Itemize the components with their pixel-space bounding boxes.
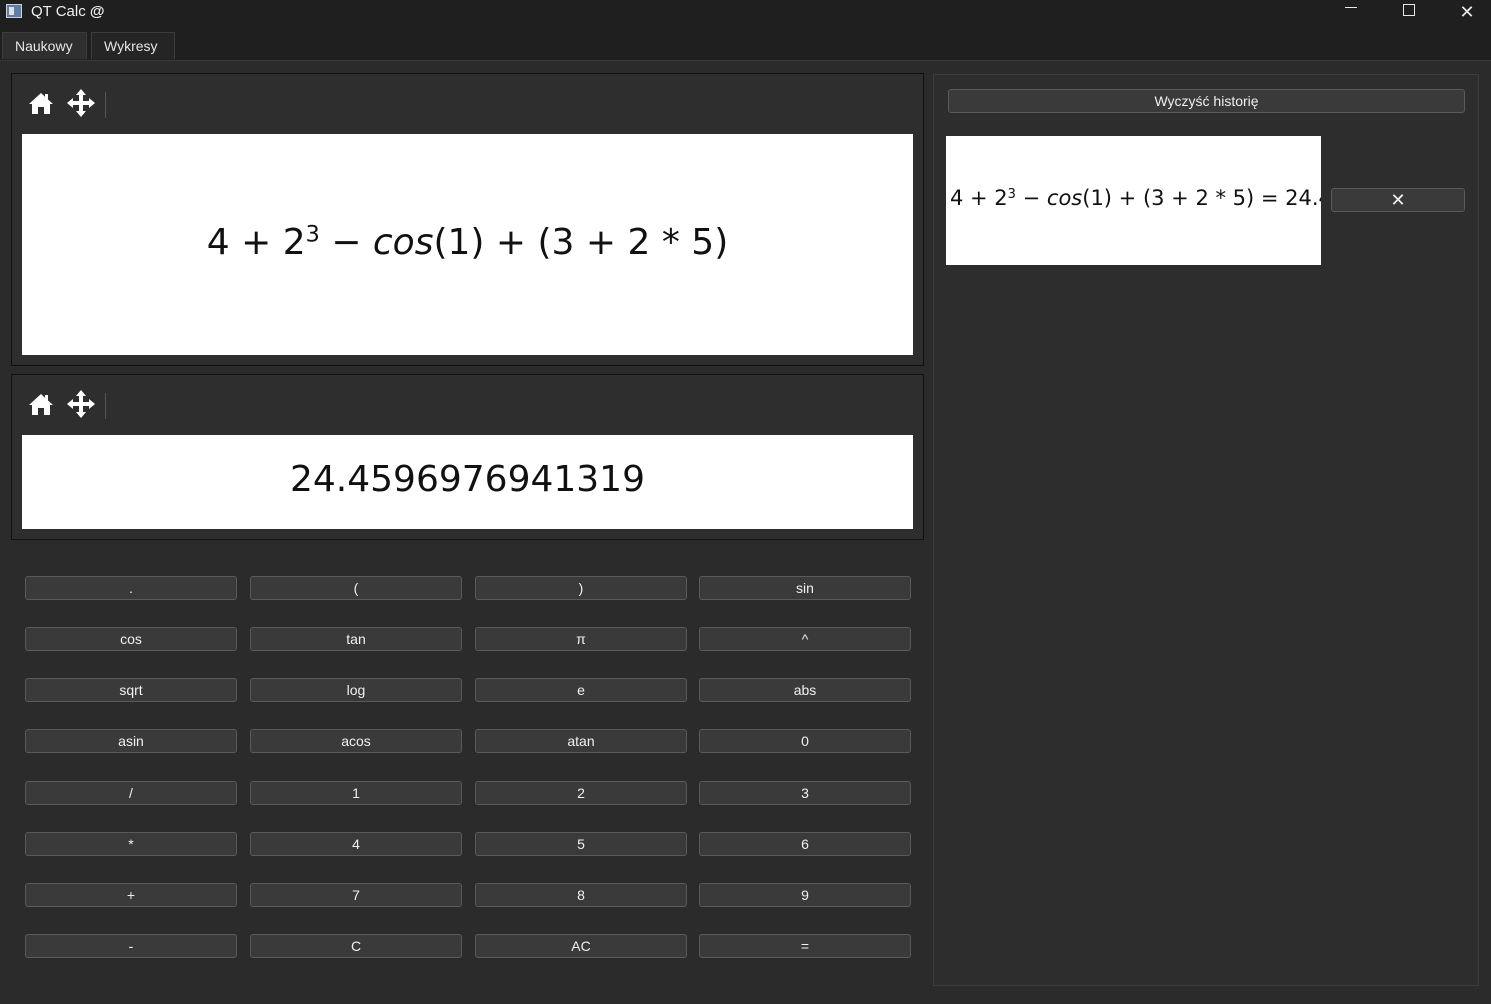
title-bar: QT Calc @ ✕ <box>0 0 1491 26</box>
close-button[interactable]: ✕ <box>1444 0 1490 26</box>
key-minus[interactable]: - <box>25 934 237 958</box>
close-icon: ✕ <box>1390 189 1406 210</box>
key-cos[interactable]: cos <box>25 627 237 651</box>
toolbar-separator <box>105 92 106 118</box>
key-plus[interactable]: + <box>25 883 237 907</box>
home-icon[interactable] <box>26 88 60 124</box>
result-plot-panel: 24.4596976941319 <box>11 374 924 540</box>
minimize-button[interactable] <box>1328 0 1374 26</box>
close-icon: ✕ <box>1459 2 1475 22</box>
key-sin[interactable]: sin <box>699 576 911 600</box>
key-close-paren[interactable]: ) <box>475 576 687 600</box>
key-9[interactable]: 9 <box>699 883 911 907</box>
key-acos[interactable]: acos <box>250 729 462 753</box>
expression-plot-panel: 4 + 23 − cos(1) + (3 + 2 * 5) <box>11 73 924 366</box>
key-open-paren[interactable]: ( <box>250 576 462 600</box>
key-tan[interactable]: tan <box>250 627 462 651</box>
key-4[interactable]: 4 <box>250 832 462 856</box>
key-1[interactable]: 1 <box>250 781 462 805</box>
result-canvas: 24.4596976941319 <box>22 435 913 529</box>
history-entry-expression: 4 + 23 − cos(1) + (3 + 2 * 5) = 24.459 <box>950 186 1321 210</box>
key-multiply[interactable]: * <box>25 832 237 856</box>
result-value: 24.4596976941319 <box>289 459 645 500</box>
key-asin[interactable]: asin <box>25 729 237 753</box>
key-0[interactable]: 0 <box>699 729 911 753</box>
key-sqrt[interactable]: sqrt <box>25 678 237 702</box>
tab-wykresy[interactable]: Wykresy <box>91 32 175 59</box>
key-2[interactable]: 2 <box>475 781 687 805</box>
key-atan[interactable]: atan <box>475 729 687 753</box>
at-sign-icon: @ <box>89 3 105 20</box>
key-divide[interactable]: / <box>25 781 237 805</box>
window-title: QT Calc @ <box>31 3 105 20</box>
maximize-button[interactable] <box>1386 0 1432 26</box>
maximize-icon <box>1403 3 1415 16</box>
window-title-text: QT Calc <box>31 3 86 20</box>
key-6[interactable]: 6 <box>699 832 911 856</box>
history-panel: Wyczyść historię 4 + 23 − cos(1) + (3 + … <box>933 74 1479 986</box>
history-entry-image[interactable]: 4 + 23 − cos(1) + (3 + 2 * 5) = 24.459 <box>946 136 1321 265</box>
key-log[interactable]: log <box>250 678 462 702</box>
key-e[interactable]: e <box>475 678 687 702</box>
toolbar-separator <box>105 393 106 419</box>
tab-bar: Naukowy Wykresy <box>0 26 1491 61</box>
tab-naukowy[interactable]: Naukowy <box>2 32 87 59</box>
key-dot[interactable]: . <box>25 576 237 600</box>
key-7[interactable]: 7 <box>250 883 462 907</box>
key-pi[interactable]: π <box>475 627 687 651</box>
move-icon[interactable] <box>66 88 100 124</box>
app-icon <box>6 4 22 18</box>
key-8[interactable]: 8 <box>475 883 687 907</box>
key-power[interactable]: ^ <box>699 627 911 651</box>
clear-history-button[interactable]: Wyczyść historię <box>948 89 1465 113</box>
key-abs[interactable]: abs <box>699 678 911 702</box>
expression-canvas: 4 + 23 − cos(1) + (3 + 2 * 5) <box>22 134 913 355</box>
delete-history-entry-button[interactable]: ✕ <box>1331 188 1465 212</box>
key-3[interactable]: 3 <box>699 781 911 805</box>
key-equals[interactable]: = <box>699 934 911 958</box>
minimize-icon <box>1345 7 1357 9</box>
key-clear[interactable]: C <box>250 934 462 958</box>
home-icon[interactable] <box>26 389 60 425</box>
key-5[interactable]: 5 <box>475 832 687 856</box>
expression-text: 4 + 23 − cos(1) + (3 + 2 * 5) <box>206 221 729 263</box>
move-icon[interactable] <box>66 389 100 425</box>
key-all-clear[interactable]: AC <box>475 934 687 958</box>
